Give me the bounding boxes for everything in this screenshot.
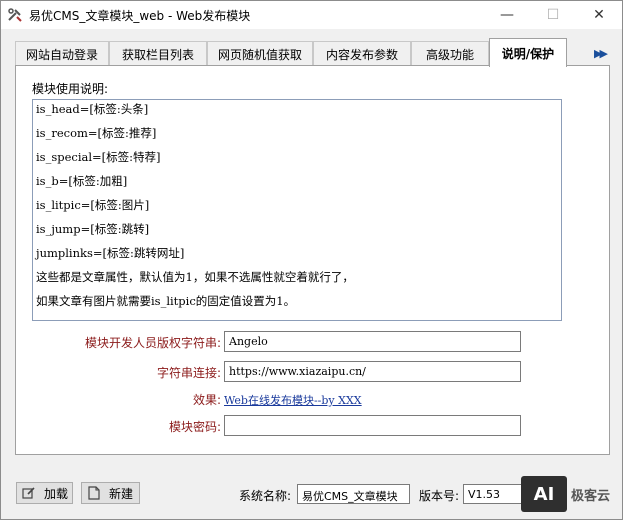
tab-scroll-button[interactable]: ▶▶ xyxy=(587,41,612,66)
password-label: 模块密码: xyxy=(168,420,221,434)
tab-publish-params[interactable]: 内容发布参数 xyxy=(313,41,411,66)
usage-line: is_special=[标签:特荐] xyxy=(36,150,161,164)
tab-random-values[interactable]: 网页随机值获取 xyxy=(207,41,313,66)
tab-label: 高级功能 xyxy=(425,47,474,62)
double-chevron-right-icon: ▶▶ xyxy=(594,47,608,60)
tab-label: 网站自动登录 xyxy=(25,47,98,62)
link-input[interactable]: https://www.xiazaipu.cn/ xyxy=(224,361,521,382)
window-title: 易优CMS_文章模块_web - Web发布模块 xyxy=(29,9,251,23)
maximize-icon: ☐ xyxy=(546,7,560,23)
author-input[interactable]: Angelo xyxy=(224,331,521,352)
title-bar: 易优CMS_文章模块_web - Web发布模块 — ☐ ✕ xyxy=(1,1,622,29)
tab-label: 说明/保护 xyxy=(501,46,555,61)
usage-textarea[interactable]: is_head=[标签:头条] is_recom=[标签:推荐] is_spec… xyxy=(32,99,562,321)
tab-label: 获取栏目列表 xyxy=(121,47,194,62)
tab-help-protect[interactable]: 说明/保护 xyxy=(489,38,567,67)
system-name-label: 系统名称: xyxy=(239,489,292,503)
watermark-logo: AI 极客云 xyxy=(521,475,621,513)
load-label: 加载 xyxy=(44,486,69,501)
new-file-icon xyxy=(88,486,100,500)
minimize-button[interactable]: — xyxy=(484,1,530,29)
system-name-field[interactable]: 易优CMS_文章模块 xyxy=(297,484,410,504)
effect-label: 效果: xyxy=(192,393,221,407)
version-label: 版本号: xyxy=(419,489,460,503)
load-button[interactable]: 加载 xyxy=(16,482,73,504)
tab-category-list[interactable]: 获取栏目列表 xyxy=(109,41,207,66)
link-label: 字符串连接: xyxy=(156,366,221,380)
watermark-text: 极客云 xyxy=(571,488,611,504)
usage-label: 模块使用说明: xyxy=(32,82,109,96)
new-button[interactable]: 新建 xyxy=(81,482,140,504)
tab-label: 内容发布参数 xyxy=(325,47,398,62)
watermark-badge: AI xyxy=(521,476,567,512)
tab-advanced[interactable]: 高级功能 xyxy=(411,41,489,66)
author-label: 模块开发人员版权字符串: xyxy=(84,336,221,350)
usage-line: is_head=[标签:头条] xyxy=(36,102,149,116)
edit-icon xyxy=(22,487,35,499)
effect-link[interactable]: Web在线发布模块--by XXX xyxy=(224,392,362,408)
tab-strip: 网站自动登录 获取栏目列表 网页随机值获取 内容发布参数 高级功能 说明/保护 … xyxy=(15,38,612,67)
minimize-icon: — xyxy=(500,7,514,23)
close-button[interactable]: ✕ xyxy=(576,1,622,29)
tab-auto-login[interactable]: 网站自动登录 xyxy=(15,41,109,66)
new-label: 新建 xyxy=(109,486,134,501)
close-icon: ✕ xyxy=(593,7,605,23)
tools-icon xyxy=(8,8,22,22)
usage-line: is_recom=[标签:推荐] xyxy=(36,126,157,140)
version-field[interactable]: V1.53 xyxy=(463,484,523,504)
usage-line: is_b=[标签:加粗] xyxy=(36,174,128,188)
maximize-button[interactable]: ☐ xyxy=(530,1,576,29)
usage-line: is_jump=[标签:跳转] xyxy=(36,222,150,236)
help-protect-panel: 模块使用说明: is_head=[标签:头条] is_recom=[标签:推荐]… xyxy=(15,65,610,455)
password-input[interactable] xyxy=(224,415,521,436)
app-window: 易优CMS_文章模块_web - Web发布模块 — ☐ ✕ 网站自动登录 获取… xyxy=(0,0,623,520)
usage-line: jumplinks=[标签:跳转网址] xyxy=(36,246,185,260)
usage-line: is_litpic=[标签:图片] xyxy=(36,198,150,212)
usage-line: 这些都是文章属性，默认值为1，如果不选属性就空着就行了， xyxy=(36,270,354,284)
tab-label: 网页随机值获取 xyxy=(217,47,302,62)
usage-line: 如果文章有图片就需要is_litpic的固定值设置为1。 xyxy=(36,294,296,308)
